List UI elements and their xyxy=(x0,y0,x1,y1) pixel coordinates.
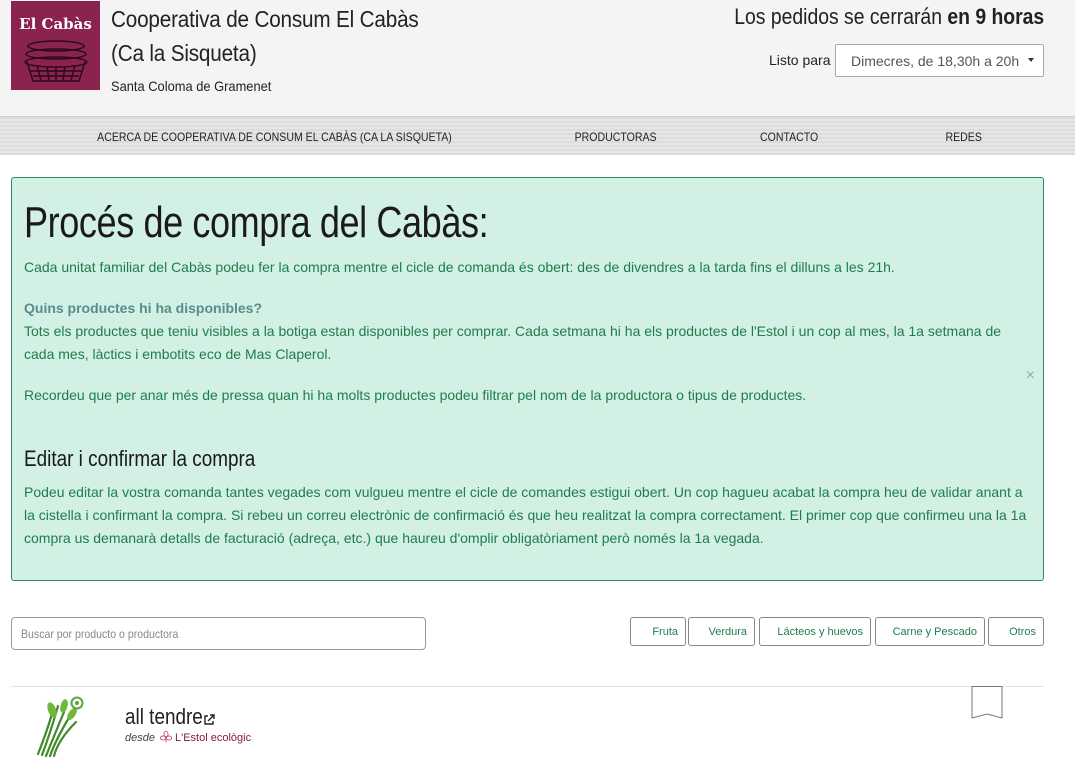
nav-item-contact[interactable]: CONTACTO xyxy=(760,130,818,144)
info-title: Procés de compra del Cabàs: xyxy=(24,198,489,247)
bookmark-icon[interactable] xyxy=(971,686,1003,720)
filter-otros[interactable]: Otros xyxy=(988,617,1044,646)
pickup-date-select[interactable]: Dimecres, de 18,30h a 20h xyxy=(835,44,1044,77)
basket-icon xyxy=(24,40,88,82)
product-name[interactable]: all tendre xyxy=(125,704,203,730)
nav-item-producers[interactable]: PRODUCTORAS xyxy=(575,130,657,144)
external-link-icon[interactable] xyxy=(203,714,215,726)
shop-location: Santa Coloma de Gramenet xyxy=(111,78,272,94)
nav-item-about[interactable]: ACERCA DE COOPERATIVA DE CONSUM EL CABÀS… xyxy=(97,130,452,144)
info-alert: Procés de compra del Cabàs: Cada unitat … xyxy=(11,177,1044,581)
product-image[interactable] xyxy=(28,694,88,757)
info-paragraph-3: Recordeu que per anar més de pressa quan… xyxy=(24,387,807,403)
pickup-date-value: Dimecres, de 18,30h a 20h xyxy=(851,53,1020,69)
main-nav: ACERCA DE COOPERATIVA DE CONSUM EL CABÀS… xyxy=(0,116,1075,155)
order-closing-notice: Los pedidos se cerrarán en 9 horas xyxy=(734,4,1044,30)
search-input[interactable]: Buscar por producto o productora xyxy=(11,617,426,650)
info-paragraph-2: Tots els productes que teniu visibles a … xyxy=(24,323,1002,362)
info-paragraph-4: Podeu editar la vostra comanda tantes ve… xyxy=(24,484,1027,546)
info-subtitle: Editar i confirmar la compra xyxy=(24,446,256,471)
product-from-label: desde xyxy=(125,732,155,744)
search-placeholder: Buscar por producto o productora xyxy=(21,627,179,641)
ready-label: Listo para xyxy=(769,52,831,68)
header: El Cabàs Cooperativa de Consum El Cabàs … xyxy=(0,0,1075,116)
info-question: Quins productes hi ha disponibles? xyxy=(24,300,263,316)
caret-down-icon xyxy=(1028,58,1034,62)
flower-icon xyxy=(160,731,172,743)
filter-fruta[interactable]: Fruta xyxy=(630,617,686,646)
close-icon[interactable]: × xyxy=(1026,367,1035,385)
closing-time: en 9 horas xyxy=(947,4,1044,29)
nav-item-social[interactable]: REDES xyxy=(945,130,981,144)
producer-link[interactable]: L'Estol ecològic xyxy=(175,732,251,744)
filter-lacteos[interactable]: Lácteos y huevos xyxy=(759,617,871,646)
closing-prefix: Los pedidos se cerrarán xyxy=(734,4,942,29)
shop-logo[interactable]: El Cabàs xyxy=(11,1,100,90)
info-paragraph-1: Cada unitat familiar del Cabàs podeu fer… xyxy=(24,259,895,275)
logo-text: El Cabàs xyxy=(19,15,92,33)
filter-verdura[interactable]: Verdura xyxy=(688,617,755,646)
shop-name: Cooperativa de Consum El Cabàs (Ca la Si… xyxy=(111,6,419,66)
divider xyxy=(11,686,1044,687)
filter-carne[interactable]: Carne y Pescado xyxy=(875,617,985,646)
